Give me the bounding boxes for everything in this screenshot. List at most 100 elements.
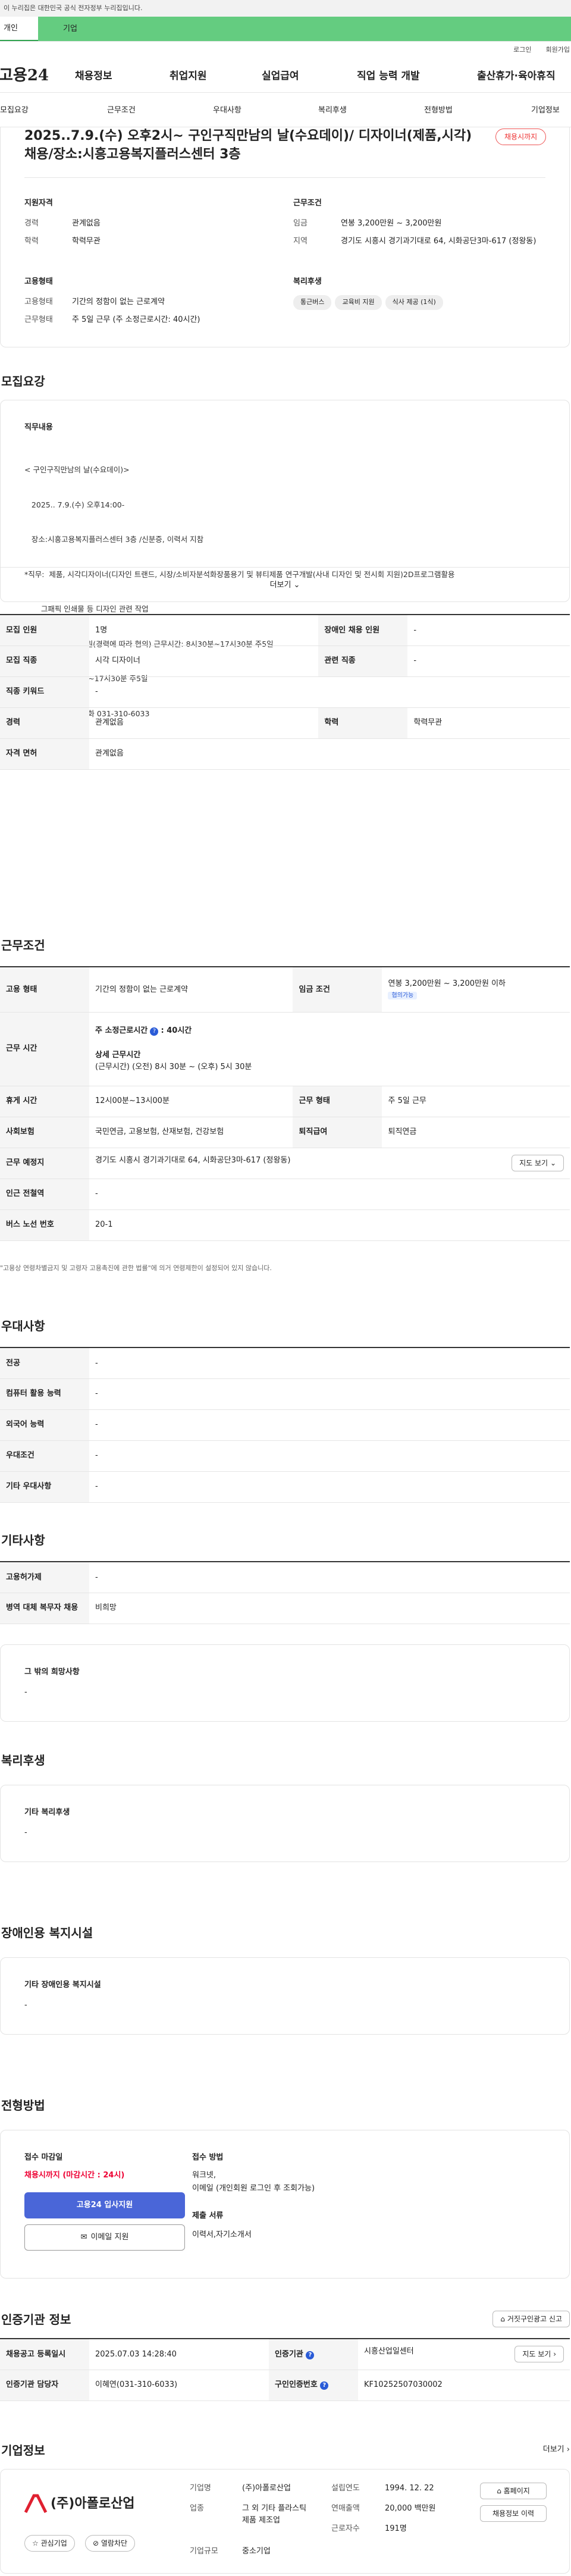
company-more-label: 더보기 (542, 2445, 564, 2454)
agency-map-button[interactable]: 지도 보기 › (514, 2346, 564, 2363)
snb-welfare[interactable]: 복리후생 (318, 105, 347, 117)
welfare-chip: 교육비 지원 (335, 295, 382, 310)
table-row: 모집 인원 1명 장애인 채용 인원 - (0, 615, 570, 646)
company-field-value: 1994. 12. 22 (385, 2484, 434, 2493)
homepage-label: 홈페이지 (503, 2487, 530, 2495)
job-title: 2025..7.9.(수) 오후2시~ 구인구직만남의 날(수요데이)/ 디자이… (24, 129, 472, 162)
audience-tabs: 개인 기업 (0, 17, 571, 42)
table-cell: 국민연금, 고용보험, 산재보험, 건강보험 (89, 1117, 293, 1148)
company-card: (주)아폴로산업 ☆ 관심기업 ⊘ 열람차단 기업명 (주)아폴로산업 업종 그… (0, 2469, 570, 2574)
block-icon: ⊘ (93, 2539, 99, 2547)
table-cell: 주 5일 근무 (382, 1086, 570, 1117)
agency-name: 시흥산업일센터 (364, 2347, 414, 2356)
table-head: 모집 인원 (0, 615, 89, 646)
snb-work[interactable]: 근무조건 (107, 105, 136, 117)
work-section: 근무조건 고용 형태 기간의 정함이 없는 근로계약 임금 조건 연봉 3,200만원… (0, 936, 571, 1317)
table-cell: 12시00분~13시00분 (89, 1086, 293, 1117)
favorite-label: 관심기업 (40, 2539, 67, 2547)
welfare-card-title: 기타 복리후생 (24, 1808, 70, 1817)
time-main-label: 주 소정근로시간 (95, 1026, 148, 1035)
snb-screening[interactable]: 전형방법 (424, 105, 453, 117)
welfare-chip: 통근버스 (293, 295, 332, 310)
section-title-welfare: 복리후생 (1, 1753, 45, 1768)
table-cell: 비희망 (89, 1593, 570, 1624)
table-cell: - (89, 1562, 570, 1593)
company-logo-text: (주)아폴로산업 (51, 2496, 135, 2511)
site-logo[interactable]: 고용24 (0, 64, 49, 87)
screening-card: 접수 마감일 채용시까지 (마감시간 : 24시) 고용24 입사지원 ✉ 이메일… (0, 2130, 570, 2279)
table-row: 근무 시간 주 소정근로시간 ? : 40시간 상세 근무시간 (근무시간) (… (0, 1012, 570, 1086)
table-row: 자격 면허 관계없음 (0, 738, 570, 770)
table-head: 근무 형태 (293, 1086, 382, 1117)
company-field-value: 그 외 기타 플라스틱 제품 제조업 (242, 2504, 307, 2525)
company-field-label: 근로자수 (331, 2524, 360, 2533)
cond-label: 임금 (293, 219, 308, 228)
login-link[interactable]: 로그인 (513, 45, 531, 55)
table-head: 임금 조건 (293, 967, 382, 1013)
info-icon[interactable]: ? (150, 1027, 159, 1036)
info-icon[interactable]: ? (320, 2381, 329, 2390)
welfare-section: 복리후생 기타 복리후생 - (0, 1751, 571, 1924)
tab-individual-label: 개인 (4, 23, 18, 33)
apply-button[interactable]: 고용24 입사지원 (24, 2192, 185, 2218)
email-apply-button[interactable]: ✉ 이메일 지원 (24, 2224, 185, 2251)
cond-value: 경기도 시흥시 경기과기대로 64, 시화공단3마-617 (정왕동) (341, 237, 537, 246)
gnb-item-benefit[interactable]: 실업급여 (262, 69, 299, 84)
table-row: 버스 노선 번호 20-1 (0, 1209, 570, 1241)
company-section: 기업정보 더보기 › (주)아폴로산업 ☆ 관심기업 ⊘ 열람차단 기업명 (주… (0, 2442, 571, 2576)
table-head: 인증기관 담당자 (0, 2370, 89, 2401)
qual-value: 학력무관 (72, 237, 101, 246)
snb-recruit[interactable]: 모집요강 (0, 105, 29, 117)
more-label: 더보기 (269, 580, 291, 590)
table-cell: - (407, 645, 570, 677)
gnb-item-training[interactable]: 직업 능력 개발 (357, 69, 420, 84)
recruit-section: 모집요강 직무내용 < 구인구직만남의 날(수요데이)> 2025.. 7.9.… (0, 347, 571, 936)
table-row: 채용공고 등록일시 2025.07.03 14:28:40 인증기관 ? 시흥산업일센… (0, 2339, 570, 2370)
table-cell: 퇴직연금 (382, 1117, 570, 1148)
gnb-item-support[interactable]: 취업지원 (170, 69, 207, 84)
snb-pref[interactable]: 우대사항 (213, 105, 241, 117)
cert-number-label: 구인인증번호 (275, 2380, 318, 2390)
table-head: 근무 예정지 (0, 1148, 89, 1179)
section-nav: 모집요강 근무조건 우대사항 복리후생 전형방법 기업정보 (0, 93, 571, 127)
section-title-recruit: 모집요강 (1, 374, 45, 388)
tab-individual[interactable]: 개인 (0, 17, 38, 41)
duty-line: 2025.. 7.9.(수) 오후14:00- (24, 500, 125, 509)
table-head: 버스 노선 번호 (0, 1209, 89, 1241)
favorite-button[interactable]: ☆ 관심기업 (24, 2535, 75, 2552)
table-cell: KF10252507030002 (358, 2370, 570, 2401)
table-head: 채용공고 등록일시 (0, 2339, 89, 2370)
tab-business[interactable]: 기업 (38, 17, 571, 41)
gnb-item-jobs[interactable]: 채용정보 (75, 69, 112, 84)
table-cell: 시각 디자이너 (89, 645, 319, 677)
block-button[interactable]: ⊘ 열람차단 (85, 2535, 136, 2552)
table-cell: - (89, 1409, 570, 1441)
homepage-button[interactable]: ⌂ 홈페이지 (480, 2483, 547, 2499)
company-more-link[interactable]: 더보기 › (543, 2444, 570, 2456)
join-link[interactable]: 회원가입 (546, 45, 570, 55)
history-button[interactable]: 채용정보 이력 (480, 2505, 547, 2522)
snb-company[interactable]: 기업정보 (531, 105, 560, 117)
chevron-right-icon: › (553, 2350, 556, 2359)
more-button[interactable]: 더보기 ⌄ (1, 567, 569, 603)
docs-title: 제출 서류 (192, 2211, 224, 2220)
company-logo-mark (24, 2494, 48, 2514)
gnb-item-leave[interactable]: 출산휴가·육아휴직 (477, 69, 556, 84)
disabled-section: 장애인용 복지시설 기타 장애인용 복지시설 - (0, 1924, 571, 2096)
map-button[interactable]: 지도 보기 ⌄ (512, 1155, 564, 1171)
welfare-card: 기타 복리후생 - (0, 1785, 570, 1862)
report-icon: ⌂ (500, 2315, 506, 2323)
table-head: 고용허가제 (0, 1562, 89, 1593)
negotiable-tag: 협의가능 (388, 992, 418, 1000)
summary-card: 2025..7.9.(수) 오후2시~ 구인구직만남의 날(수요데이)/ 디자이… (0, 127, 570, 347)
wish-value: - (24, 1688, 27, 1697)
info-icon[interactable]: ? (306, 2351, 315, 2359)
qual-title: 지원자격 (24, 199, 53, 208)
pref-table: 전공 - 컴퓨터 활용 능력 - 외국어 능력 - 우대조건 - 기타 우대사항 - (0, 1347, 570, 1503)
emp-value: 주 5일 근무 (주 소정근로시간: 40시간) (72, 315, 200, 324)
table-cell: 관계없음 (89, 707, 319, 739)
method-value: 워크넷, (192, 2171, 217, 2180)
report-button[interactable]: ⌂ 거짓구인광고 신고 (492, 2311, 570, 2327)
table-head: 근무 시간 (0, 1012, 89, 1086)
method-value: 이메일 (개인회원 로그인 후 조회가능) (192, 2184, 315, 2193)
